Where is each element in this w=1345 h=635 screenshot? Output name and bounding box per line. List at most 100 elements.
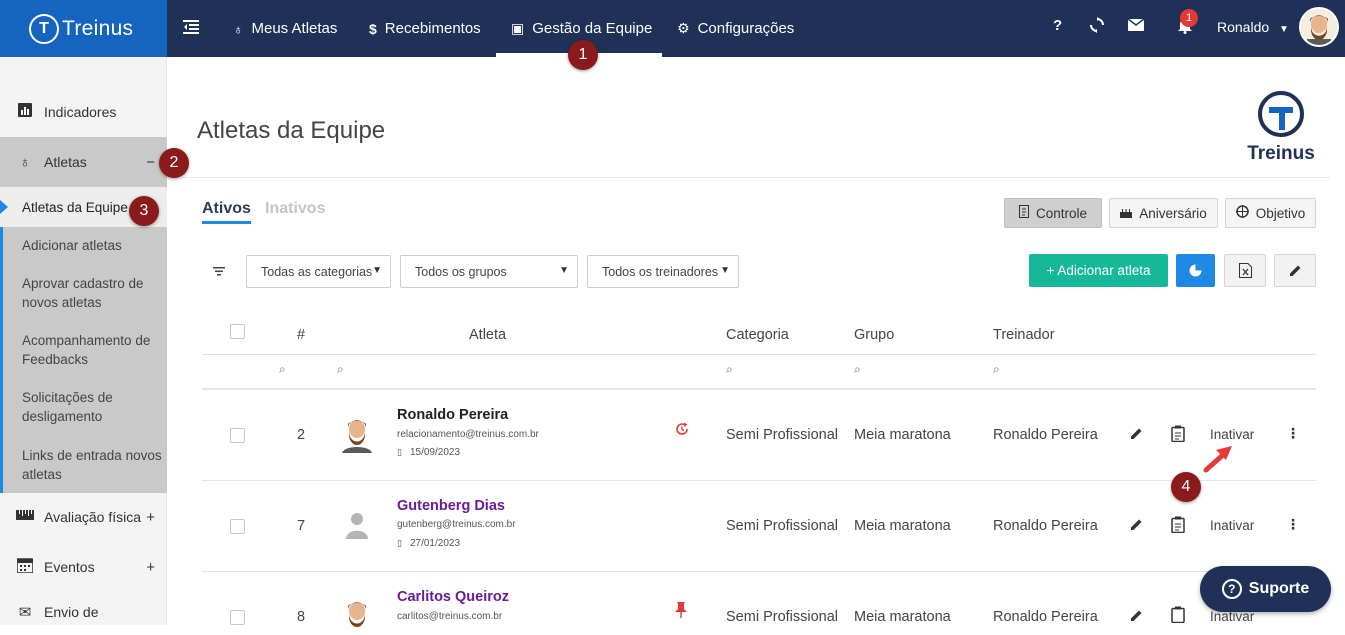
clipboard-icon[interactable]	[1171, 606, 1185, 626]
treinadores-select[interactable]: Todos os treinadores ▼	[587, 255, 739, 288]
avatar[interactable]	[338, 415, 376, 453]
col-treinador[interactable]: Treinador	[993, 327, 1055, 343]
sidebar-item-avaliacao-fisica[interactable]: Avaliação física +	[0, 498, 167, 536]
col-atleta[interactable]: Atleta	[469, 327, 506, 343]
edit-bulk-button[interactable]	[1274, 254, 1316, 287]
athlete-email: relacionamento@treinus.com.br	[397, 429, 539, 440]
objetivo-button[interactable]: Objetivo	[1225, 198, 1316, 228]
col-categoria[interactable]: Categoria	[726, 327, 789, 343]
sidebar-item-eventos[interactable]: Eventos +	[0, 548, 167, 586]
page-title: Atletas da Equipe	[197, 117, 386, 144]
callout-2: 2	[159, 148, 189, 178]
id-card-icon: ▣	[511, 20, 525, 36]
default-avatar-icon[interactable]	[338, 506, 376, 544]
categorias-select[interactable]: Todas as categorias ▼	[246, 255, 391, 288]
search-atleta-icon[interactable]: ⌕	[337, 362, 344, 377]
sidebar-sub-feedbacks[interactable]: Acompanhamento de Feedbacks	[22, 331, 162, 369]
add-athlete-button[interactable]: + Adicionar atleta	[1029, 254, 1168, 287]
nav-recebimentos[interactable]: $ Recebimentos	[369, 0, 481, 57]
support-button[interactable]: ? Suporte	[1200, 566, 1331, 612]
more-options-icon[interactable]: ⋮	[1286, 516, 1300, 533]
sidebar-item-envio[interactable]: ✉ Envio de	[0, 600, 167, 624]
top-navbar: T Treinus ♁ Meus Atletas $ Recebimentos …	[0, 0, 1345, 57]
medal-icon: ♁	[233, 20, 244, 37]
inativar-button[interactable]: Inativar	[1210, 518, 1254, 533]
sidebar-sub-desligamento[interactable]: Solicitações de desligamento	[22, 388, 162, 426]
athlete-name[interactable]: Ronaldo Pereira	[397, 407, 508, 423]
row-checkbox[interactable]	[230, 428, 245, 443]
nav-configuracoes[interactable]: ⚙ Configurações	[677, 0, 794, 57]
treinus-logo: Treinus	[1242, 90, 1320, 165]
id-badge-icon	[1018, 205, 1029, 221]
athlete-name[interactable]: Carlitos Queiroz	[397, 589, 509, 605]
aniversario-label: Aniversário	[1139, 205, 1207, 221]
recurring-icon	[675, 422, 689, 439]
avatar[interactable]	[1299, 7, 1339, 47]
athlete-email: carlitos@treinus.com.br	[397, 611, 503, 622]
grupos-select[interactable]: Todos os grupos ▼	[400, 255, 578, 288]
row-num: 8	[297, 609, 306, 625]
row-checkbox[interactable]	[230, 610, 245, 625]
gears-icon: ⚙	[677, 20, 690, 36]
export-excel-button[interactable]	[1224, 254, 1266, 287]
sidebar-item-label: Envio de	[44, 604, 99, 620]
search-num-icon[interactable]: ⌕	[279, 362, 286, 377]
clipboard-icon[interactable]	[1171, 425, 1185, 445]
mail-icon[interactable]	[1127, 18, 1145, 35]
menu-collapse-icon[interactable]	[183, 19, 199, 35]
help-icon[interactable]: ?	[1053, 17, 1062, 34]
sidebar-item-indicadores[interactable]: Indicadores	[0, 93, 167, 131]
date-value: 27/01/2023	[409, 538, 461, 549]
select-all-checkbox[interactable]	[230, 324, 245, 339]
athlete-date: ▯ 27/01/2023	[397, 538, 460, 549]
active-indicator-icon	[0, 200, 8, 214]
bar-chart-icon	[16, 103, 34, 121]
row-grupo: Meia maratona	[854, 427, 951, 443]
sidebar-sub-aprovar-cadastro[interactable]: Aprovar cadastro de novos atletas	[22, 274, 162, 312]
user-menu[interactable]: Ronaldo ▼	[1217, 19, 1289, 35]
pencil-icon[interactable]	[1130, 609, 1143, 625]
search-grupo-icon[interactable]: ⌕	[854, 362, 861, 377]
treinus-logo-icon: T	[29, 13, 59, 44]
sidebar-item-label: Indicadores	[44, 104, 117, 120]
pencil-icon[interactable]	[1130, 518, 1143, 534]
dollar-icon: $	[369, 20, 377, 37]
pencil-icon	[1289, 265, 1300, 276]
controle-button[interactable]: Controle	[1004, 198, 1102, 228]
sidebar-sub-links-entrada[interactable]: Links de entrada novos atletas	[22, 446, 162, 484]
pie-chart-button[interactable]	[1176, 254, 1215, 287]
nav-meus-atletas[interactable]: ♁ Meus Atletas	[233, 0, 337, 57]
athlete-name[interactable]: Gutenberg Dias	[397, 498, 505, 514]
tab-inativos[interactable]: Inativos	[265, 200, 325, 218]
cake-icon	[1120, 206, 1133, 221]
sidebar-sub-adicionar-atletas[interactable]: Adicionar atletas	[22, 236, 162, 255]
brand-logo[interactable]: T Treinus	[0, 0, 167, 57]
sync-icon[interactable]	[1090, 17, 1104, 37]
col-num[interactable]: #	[297, 327, 305, 343]
sidebar: Indicadores ♁ Atletas − Atletas da Equip…	[0, 57, 167, 625]
annotation-arrow-icon	[1203, 446, 1232, 473]
avatar[interactable]	[338, 597, 376, 635]
clipboard-icon[interactable]	[1171, 516, 1185, 536]
chevron-down-icon: ▼	[372, 265, 382, 276]
aniversario-button[interactable]: Aniversário	[1109, 198, 1218, 228]
ruler-icon	[16, 508, 34, 526]
logo-text: Treinus	[1247, 143, 1315, 164]
filter-icon[interactable]	[213, 264, 225, 279]
chevron-down-icon: ▼	[1279, 24, 1289, 35]
sidebar-item-atletas[interactable]: ♁ Atletas −	[0, 137, 167, 187]
search-categoria-icon[interactable]: ⌕	[726, 362, 733, 377]
nav-label: Meus Atletas	[251, 20, 338, 37]
row-num: 7	[297, 518, 306, 534]
objetivo-label: Objetivo	[1255, 205, 1306, 221]
row-treinador: Ronaldo Pereira	[993, 518, 1098, 534]
search-treinador-icon[interactable]: ⌕	[993, 362, 1000, 377]
more-options-icon[interactable]: ⋮	[1286, 425, 1300, 442]
pencil-icon[interactable]	[1130, 427, 1143, 443]
nav-label: Recebimentos	[384, 20, 481, 37]
help-circle-icon: ?	[1221, 579, 1242, 599]
row-checkbox[interactable]	[230, 519, 245, 534]
col-grupo[interactable]: Grupo	[854, 327, 894, 343]
tab-ativos[interactable]: Ativos	[202, 200, 251, 224]
row-divider	[202, 571, 1316, 572]
